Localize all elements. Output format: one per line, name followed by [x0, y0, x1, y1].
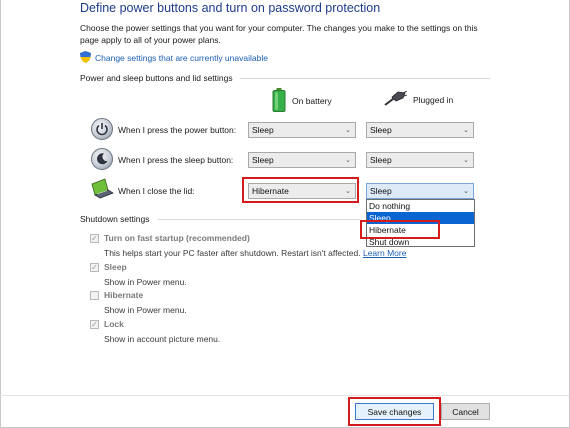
power-button-plugged-value: Sleep — [370, 125, 392, 135]
change-settings-link[interactable]: Change settings that are currently unava… — [95, 53, 268, 63]
lid-plugged-select[interactable]: Sleep ⌄ — [366, 183, 474, 199]
close-lid-label: When I close the lid: — [118, 186, 195, 196]
shutdown-section-title: Shutdown settings — [80, 214, 150, 224]
hibernate-option-title: Hibernate — [104, 290, 144, 300]
cancel-button[interactable]: Cancel — [441, 403, 490, 420]
fast-startup-desc: This helps start your PC faster after sh… — [104, 248, 406, 258]
power-button-icon — [91, 118, 113, 140]
on-battery-label: On battery — [292, 96, 332, 106]
lock-option-title: Lock — [104, 319, 124, 329]
plugged-in-label: Plugged in — [413, 95, 454, 105]
sleep-button-battery-select[interactable]: Sleep ⌄ — [248, 152, 356, 168]
power-button-battery-select[interactable]: Sleep ⌄ — [248, 122, 356, 138]
lock-option-desc: Show in account picture menu. — [104, 334, 221, 344]
power-button-battery-value: Sleep — [252, 125, 274, 135]
chevron-down-icon: ⌄ — [345, 127, 351, 134]
lid-battery-value: Hibernate — [252, 186, 289, 196]
sleep-button-battery-value: Sleep — [252, 155, 274, 165]
save-changes-button[interactable]: Save changes — [355, 403, 434, 420]
sleep-button-plugged-select[interactable]: Sleep ⌄ — [366, 152, 474, 168]
hibernate-option-desc: Show in Power menu. — [104, 305, 187, 315]
sleep-button-label: When I press the sleep button: — [118, 155, 234, 165]
dropdown-option-do-nothing[interactable]: Do nothing — [367, 200, 474, 212]
plugged-in-header: Plugged in — [383, 90, 454, 109]
laptop-lid-icon — [89, 178, 115, 202]
plug-icon — [383, 90, 408, 109]
sleep-option-title: Sleep — [104, 262, 127, 272]
chevron-down-icon: ⌄ — [345, 188, 351, 195]
sleep-option[interactable]: ✓ Sleep Show in Power menu. — [90, 262, 187, 287]
chevron-down-icon: ⌄ — [463, 157, 469, 164]
on-battery-header: On battery — [272, 88, 332, 114]
chevron-down-icon: ⌄ — [463, 127, 469, 134]
battery-icon — [272, 88, 286, 114]
lid-battery-select[interactable]: Hibernate ⌄ — [248, 183, 356, 199]
shutdown-section-divider — [158, 219, 360, 220]
fast-startup-desc-text: This helps start your PC faster after sh… — [104, 248, 361, 258]
sleep-option-desc: Show in Power menu. — [104, 277, 187, 287]
power-button-label: When I press the power button: — [118, 125, 237, 135]
learn-more-link[interactable]: Learn More — [363, 248, 406, 258]
sleep-button-plugged-value: Sleep — [370, 155, 392, 165]
uac-shield-icon — [80, 51, 91, 65]
lid-plugged-value: Sleep — [370, 186, 392, 196]
intro-text: Choose the power settings that you want … — [80, 23, 478, 45]
change-settings-row[interactable]: Change settings that are currently unava… — [80, 51, 268, 65]
chevron-down-icon: ⌄ — [345, 157, 351, 164]
fast-startup-option[interactable]: ✓ Turn on fast startup (recommended) Thi… — [90, 233, 406, 258]
hibernate-checkbox[interactable] — [90, 291, 99, 300]
fast-startup-checkbox[interactable]: ✓ — [90, 234, 99, 243]
sleep-button-icon — [91, 148, 113, 170]
page-title: Define power buttons and turn on passwor… — [80, 1, 381, 15]
fast-startup-title: Turn on fast startup (recommended) — [104, 233, 250, 243]
sleep-checkbox[interactable]: ✓ — [90, 263, 99, 272]
hibernate-option[interactable]: Hibernate Show in Power menu. — [90, 290, 187, 315]
power-section-divider — [240, 78, 490, 79]
power-section-title: Power and sleep buttons and lid settings — [80, 73, 233, 83]
lock-checkbox[interactable]: ✓ — [90, 320, 99, 329]
power-button-plugged-select[interactable]: Sleep ⌄ — [366, 122, 474, 138]
footer-divider — [0, 395, 570, 396]
chevron-down-icon: ⌄ — [463, 188, 469, 195]
lock-option[interactable]: ✓ Lock Show in account picture menu. — [90, 319, 220, 344]
